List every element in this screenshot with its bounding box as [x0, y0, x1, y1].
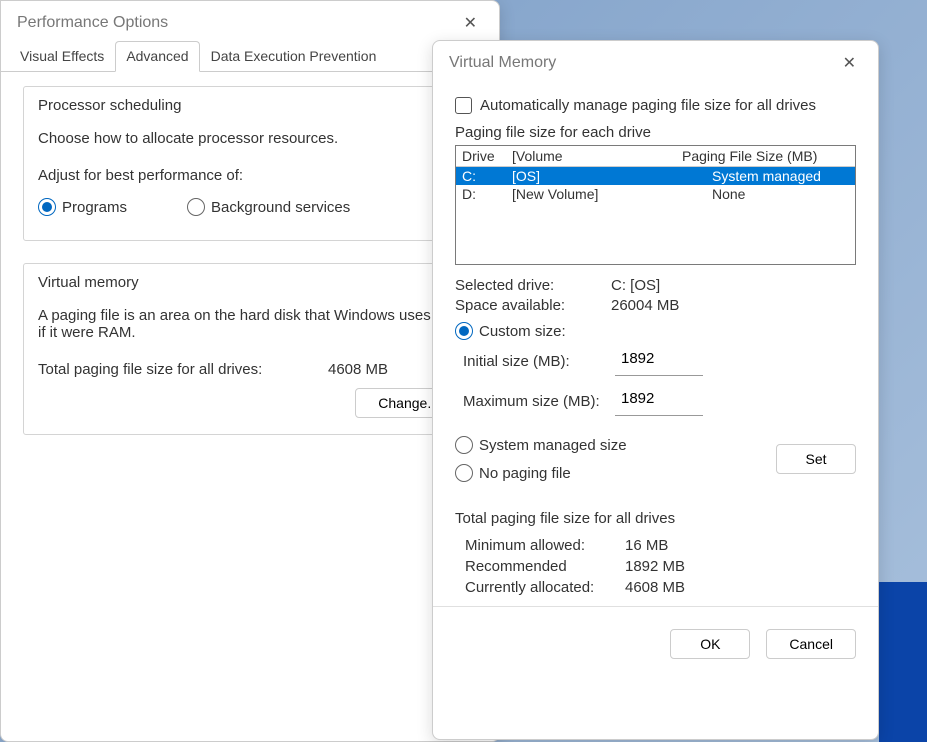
space-available-row: Space available: 26004 MB — [455, 297, 856, 314]
perf-title: Performance Options — [17, 14, 168, 32]
cur-value: 4608 MB — [625, 579, 685, 596]
drive-row-c[interactable]: C: [OS] System managed — [456, 167, 855, 185]
hdr-drive: Drive — [462, 148, 512, 164]
cancel-button[interactable]: Cancel — [766, 629, 856, 659]
max-size-label: Maximum size (MB): — [463, 393, 603, 410]
radio-custom-size[interactable]: Custom size: — [455, 322, 856, 340]
drive-letter: D: — [462, 186, 512, 202]
radio-background-services[interactable]: Background services — [187, 198, 350, 216]
tab-dep[interactable]: Data Execution Prevention — [200, 41, 388, 71]
drive-letter: C: — [462, 168, 512, 184]
rec-row: Recommended 1892 MB — [455, 558, 856, 575]
tab-visual-effects[interactable]: Visual Effects — [9, 41, 115, 71]
radio-system-managed[interactable]: System managed size — [455, 436, 627, 454]
size-radio-stack: System managed size No paging file — [455, 436, 627, 482]
radio-icon — [455, 464, 473, 482]
radio-icon — [455, 436, 473, 454]
drive-size: None — [712, 186, 849, 202]
radio-programs-label: Programs — [62, 199, 127, 216]
rec-label: Recommended — [465, 558, 625, 575]
drive-volume: [OS] — [512, 168, 712, 184]
initial-size-row: Initial size (MB): — [455, 346, 856, 376]
cur-label: Currently allocated: — [465, 579, 625, 596]
auto-manage-row[interactable]: Automatically manage paging file size fo… — [455, 97, 856, 114]
paging-size-title: Paging file size for each drive — [455, 124, 856, 141]
separator — [433, 606, 878, 607]
close-icon[interactable]: ✕ — [458, 11, 483, 35]
vm-title-bar: Virtual Memory ✕ — [433, 41, 878, 81]
space-value: 26004 MB — [611, 297, 679, 314]
virtual-memory-window: Virtual Memory ✕ Automatically manage pa… — [432, 40, 879, 740]
performance-options-window: Performance Options ✕ Visual Effects Adv… — [0, 0, 500, 742]
proc-sched-title: Processor scheduling — [32, 97, 187, 114]
drive-size: System managed — [712, 168, 849, 184]
no-paging-label: No paging file — [479, 465, 571, 482]
selected-drive-label: Selected drive: — [455, 277, 611, 294]
drive-volume: [New Volume] — [512, 186, 712, 202]
perf-title-bar: Performance Options ✕ — [1, 1, 499, 41]
system-managed-label: System managed size — [479, 437, 627, 454]
drive-list-header: Drive [Volume Paging File Size (MB) — [456, 146, 855, 167]
virtual-memory-group: Virtual memory A paging file is an area … — [23, 263, 477, 435]
vm-total-label: Total paging file size for all drives: — [38, 361, 328, 378]
vm-group-title: Virtual memory — [32, 274, 145, 291]
drive-list[interactable]: Drive [Volume Paging File Size (MB) C: [… — [455, 145, 856, 265]
auto-manage-label: Automatically manage paging file size fo… — [480, 97, 816, 114]
adjust-label: Adjust for best performance of: — [38, 167, 462, 184]
vm-total-row: Total paging file size for all drives: 4… — [38, 361, 462, 378]
perf-tabs: Visual Effects Advanced Data Execution P… — [1, 41, 499, 72]
selected-drive-row: Selected drive: C: [OS] — [455, 277, 856, 294]
space-label: Space available: — [455, 297, 611, 314]
desktop-background — [879, 582, 927, 742]
vm-desc: A paging file is an area on the hard dis… — [38, 307, 462, 341]
ok-cancel-row: OK Cancel — [455, 629, 856, 659]
selected-drive-value: C: [OS] — [611, 277, 660, 294]
cur-row: Currently allocated: 4608 MB — [455, 579, 856, 596]
ok-button[interactable]: OK — [670, 629, 750, 659]
max-size-input[interactable] — [615, 386, 703, 416]
min-value: 16 MB — [625, 537, 668, 554]
vm-total-value: 4608 MB — [328, 361, 388, 378]
initial-size-input[interactable] — [615, 346, 703, 376]
radio-programs[interactable]: Programs — [38, 198, 127, 216]
perf-content: Processor scheduling Choose how to alloc… — [1, 72, 499, 471]
close-icon[interactable]: ✕ — [837, 51, 862, 75]
proc-radio-row: Programs Background services — [38, 198, 462, 216]
custom-size-label: Custom size: — [479, 323, 566, 340]
proc-sched-desc: Choose how to allocate processor resourc… — [38, 130, 462, 147]
min-row: Minimum allowed: 16 MB — [455, 537, 856, 554]
set-button[interactable]: Set — [776, 444, 856, 474]
radio-icon-checked — [38, 198, 56, 216]
rec-value: 1892 MB — [625, 558, 685, 575]
tab-advanced[interactable]: Advanced — [115, 41, 199, 72]
radio-icon — [187, 198, 205, 216]
radio-no-paging[interactable]: No paging file — [455, 464, 627, 482]
hdr-volume: [Volume — [512, 148, 682, 164]
radio-background-label: Background services — [211, 199, 350, 216]
min-label: Minimum allowed: — [465, 537, 625, 554]
initial-size-label: Initial size (MB): — [463, 353, 603, 370]
checkbox-icon[interactable] — [455, 97, 472, 114]
radio-icon-checked — [455, 322, 473, 340]
totals-title: Total paging file size for all drives — [455, 510, 856, 527]
hdr-size: Paging File Size (MB) — [682, 148, 849, 164]
processor-scheduling-group: Processor scheduling Choose how to alloc… — [23, 86, 477, 241]
drive-row-d[interactable]: D: [New Volume] None — [456, 185, 855, 203]
totals-group: Total paging file size for all drives Mi… — [455, 510, 856, 596]
set-row: System managed size No paging file Set — [455, 426, 856, 492]
vm-body: Automatically manage paging file size fo… — [433, 81, 878, 675]
vm-title: Virtual Memory — [449, 54, 556, 72]
max-size-row: Maximum size (MB): — [455, 386, 856, 416]
